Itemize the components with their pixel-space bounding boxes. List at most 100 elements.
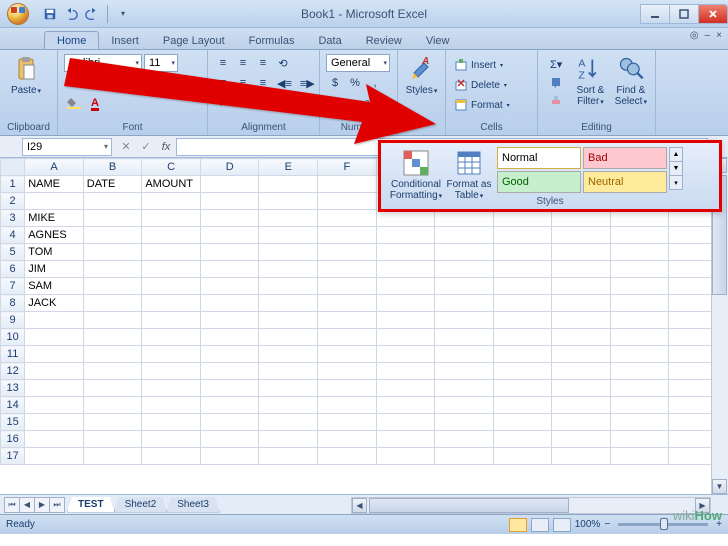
cell[interactable]	[83, 363, 142, 380]
cell[interactable]	[25, 431, 84, 448]
tab-insert[interactable]: Insert	[99, 32, 151, 49]
cell[interactable]	[25, 380, 84, 397]
increase-decimal-button[interactable]: .0→.00	[326, 94, 358, 112]
cell[interactable]	[25, 312, 84, 329]
delete-cells-button[interactable]: Delete	[452, 75, 509, 95]
row-header[interactable]: 15	[1, 414, 25, 431]
cell[interactable]	[493, 295, 552, 312]
gallery-up-icon[interactable]: ▲	[669, 147, 683, 162]
cell[interactable]	[318, 244, 377, 261]
cell[interactable]	[376, 397, 435, 414]
column-header[interactable]: F	[318, 159, 377, 176]
horizontal-scrollbar[interactable]: ◀ ▶	[351, 497, 711, 514]
cell[interactable]	[142, 431, 201, 448]
cell[interactable]	[435, 431, 494, 448]
row-header[interactable]: 3	[1, 210, 25, 227]
cell[interactable]	[552, 363, 611, 380]
cell[interactable]	[259, 176, 318, 193]
italic-button[interactable]: I	[84, 74, 102, 92]
row-header[interactable]: 4	[1, 227, 25, 244]
sort-filter-button[interactable]: AZ Sort & Filter	[572, 53, 608, 108]
scroll-down-icon[interactable]: ▼	[712, 479, 727, 494]
cell[interactable]	[435, 312, 494, 329]
cell[interactable]: JIM	[25, 261, 84, 278]
cell[interactable]	[142, 414, 201, 431]
cell[interactable]: JACK	[25, 295, 84, 312]
fill-button[interactable]	[544, 73, 568, 91]
tab-view[interactable]: View	[414, 32, 462, 49]
cell[interactable]	[376, 312, 435, 329]
accounting-format-button[interactable]: $	[326, 74, 344, 92]
cell[interactable]	[83, 346, 142, 363]
align-center-button[interactable]: ≡	[234, 74, 252, 92]
row-header[interactable]: 7	[1, 278, 25, 295]
cell[interactable]	[259, 380, 318, 397]
cell[interactable]: MIKE	[25, 210, 84, 227]
cell[interactable]	[83, 261, 142, 278]
cell[interactable]	[493, 397, 552, 414]
first-sheet-button[interactable]: ⏮	[4, 497, 20, 513]
cell[interactable]	[200, 431, 259, 448]
cell[interactable]	[610, 261, 669, 278]
cell[interactable]	[552, 210, 611, 227]
insert-cells-button[interactable]: Insert	[452, 55, 505, 75]
cell[interactable]	[259, 244, 318, 261]
align-middle-button[interactable]: ≡	[234, 54, 252, 72]
cell[interactable]	[318, 329, 377, 346]
cell[interactable]	[83, 397, 142, 414]
increase-indent-button[interactable]: ≡▶	[297, 74, 318, 92]
cell[interactable]	[435, 295, 494, 312]
cell[interactable]	[83, 329, 142, 346]
cancel-formula-icon[interactable]: ✕	[116, 138, 136, 156]
cell[interactable]	[318, 448, 377, 465]
cell[interactable]	[25, 346, 84, 363]
cell[interactable]	[259, 210, 318, 227]
view-pagebreak-button[interactable]	[553, 518, 571, 532]
underline-button[interactable]: U	[104, 74, 122, 92]
row-header[interactable]: 16	[1, 431, 25, 448]
cell[interactable]	[493, 346, 552, 363]
cell[interactable]	[142, 448, 201, 465]
find-select-button[interactable]: Find & Select	[613, 53, 649, 108]
cell[interactable]	[376, 414, 435, 431]
cell[interactable]	[200, 346, 259, 363]
cell[interactable]	[493, 244, 552, 261]
row-header[interactable]: 17	[1, 448, 25, 465]
fill-color-button[interactable]	[64, 94, 84, 112]
cell[interactable]	[376, 448, 435, 465]
align-bottom-button[interactable]: ≡	[254, 54, 272, 72]
cell[interactable]	[493, 261, 552, 278]
row-header[interactable]: 2	[1, 193, 25, 210]
column-header[interactable]: D	[200, 159, 259, 176]
column-header[interactable]: C	[142, 159, 201, 176]
cell[interactable]	[142, 278, 201, 295]
row-header[interactable]: 14	[1, 397, 25, 414]
cell[interactable]	[493, 227, 552, 244]
cell[interactable]	[142, 210, 201, 227]
style-good[interactable]: Good	[497, 171, 581, 193]
cell[interactable]	[318, 363, 377, 380]
tab-data[interactable]: Data	[306, 32, 353, 49]
cell[interactable]	[83, 414, 142, 431]
cell[interactable]	[552, 414, 611, 431]
cell[interactable]: DATE	[83, 176, 142, 193]
help-icon[interactable]: ◎	[690, 30, 699, 41]
cell[interactable]	[318, 261, 377, 278]
cell[interactable]	[552, 312, 611, 329]
cell[interactable]	[376, 278, 435, 295]
cell[interactable]	[200, 261, 259, 278]
ribbon-minimize-icon[interactable]: –	[705, 30, 711, 41]
name-box[interactable]: I29	[22, 138, 112, 156]
save-icon[interactable]	[42, 6, 58, 22]
cell[interactable]	[25, 193, 84, 210]
format-as-table-button[interactable]: Format as Table	[445, 147, 493, 209]
cell[interactable]	[610, 227, 669, 244]
cell[interactable]	[83, 278, 142, 295]
cell[interactable]	[259, 312, 318, 329]
cell[interactable]	[25, 414, 84, 431]
cell[interactable]: SAM	[25, 278, 84, 295]
cell[interactable]	[376, 244, 435, 261]
style-bad[interactable]: Bad	[583, 147, 667, 169]
decrease-font-button[interactable]: A▾	[164, 74, 182, 92]
cell[interactable]	[259, 329, 318, 346]
